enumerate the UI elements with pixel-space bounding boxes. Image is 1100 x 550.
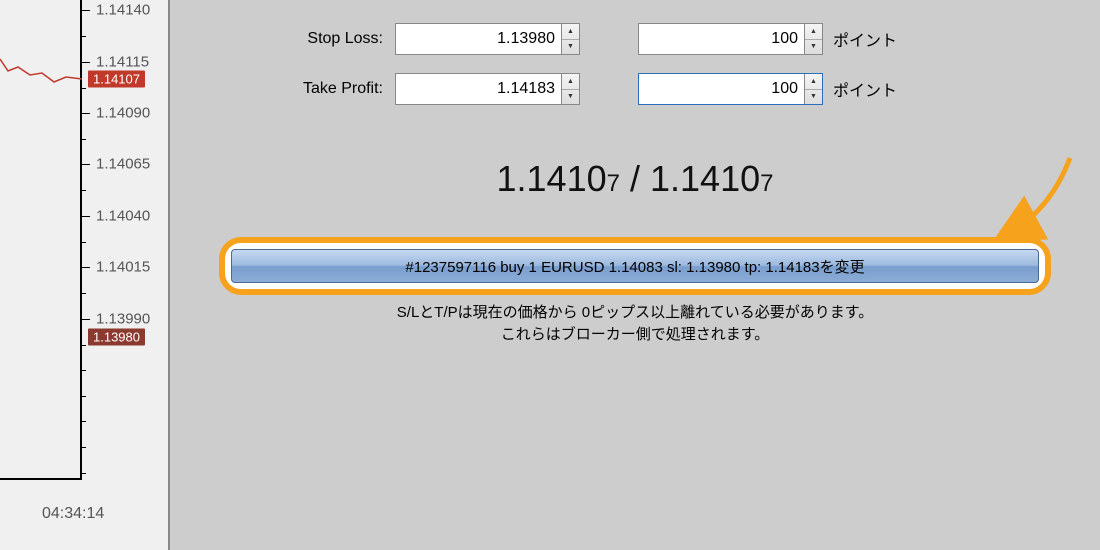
ask-sub: 7: [760, 170, 773, 197]
spin-up-icon[interactable]: ▲: [805, 74, 822, 90]
spin-down-icon[interactable]: ▼: [562, 90, 579, 105]
stop-levels-hint: S/LとT/Pは現在の価格から 0ピップス以上離れている必要があります。 これら…: [170, 302, 1100, 346]
chart-minor-tick: [82, 36, 86, 37]
modify-order-button[interactable]: #1237597116 buy 1 EURUSD 1.14083 sl: 1.1…: [231, 249, 1039, 283]
take-profit-label: Take Profit:: [265, 80, 395, 98]
stop-loss-points-spinner[interactable]: ▲ ▼: [638, 23, 823, 55]
take-profit-points-spinner[interactable]: ▲ ▼: [638, 73, 823, 105]
chart-tick-label: 1.14015: [96, 259, 150, 276]
chart-tick-label: 1.13990: [96, 311, 150, 328]
hint-line-1: S/LとT/Pは現在の価格から 0ピップス以上離れている必要があります。: [170, 302, 1100, 324]
chart-tick: [82, 113, 90, 114]
points-unit: ポイント: [833, 27, 897, 51]
chart-minor-tick: [82, 370, 86, 371]
stop-loss-price-input[interactable]: [396, 24, 561, 54]
price-chart-panel: 1.14140 1.14115 1.14090 1.14065 1.14040 1.140…: [0, 0, 170, 550]
chart-minor-tick: [82, 345, 86, 346]
chart-tick-label: 1.14140: [96, 2, 150, 19]
bid-main: 1.1410: [497, 158, 607, 199]
chart-tick: [82, 319, 90, 320]
take-profit-points-input[interactable]: [639, 74, 804, 104]
hint-line-2: これらはブローカー側で処理されます。: [170, 324, 1100, 346]
chart-tick-label: 1.14115: [96, 54, 149, 71]
modify-button-highlight: #1237597116 buy 1 EURUSD 1.14083 sl: 1.1…: [219, 237, 1051, 295]
points-unit: ポイント: [833, 77, 897, 101]
chart-tick-label: 1.14040: [96, 208, 150, 225]
chart-minor-tick: [82, 88, 86, 89]
spin-down-icon[interactable]: ▼: [805, 40, 822, 55]
chart-tick: [82, 216, 90, 217]
take-profit-price-arrows[interactable]: ▲ ▼: [561, 74, 579, 104]
chart-minor-tick: [82, 293, 86, 294]
stop-loss-row: Stop Loss: ▲ ▼ ▲ ▼ ポイント: [265, 22, 897, 56]
chart-tick: [82, 267, 90, 268]
stop-loss-price-arrows[interactable]: ▲ ▼: [561, 24, 579, 54]
stop-loss-points-input[interactable]: [639, 24, 804, 54]
spin-up-icon[interactable]: ▲: [805, 24, 822, 40]
chart-minor-tick: [82, 396, 86, 397]
chart-minor-tick: [82, 242, 86, 243]
chart-tick: [82, 10, 90, 11]
chart-tick: [82, 164, 90, 165]
take-profit-points-arrows[interactable]: ▲ ▼: [804, 74, 822, 104]
chart-price-line: [0, 0, 82, 550]
chart-minor-tick: [82, 421, 86, 422]
stop-loss-price-spinner[interactable]: ▲ ▼: [395, 23, 580, 55]
stop-loss-points-arrows[interactable]: ▲ ▼: [804, 24, 822, 54]
ask-main: 1.1410: [650, 158, 760, 199]
take-profit-price-input[interactable]: [396, 74, 561, 104]
chart-time-label: 04:34:14: [42, 505, 104, 523]
spin-down-icon[interactable]: ▼: [805, 90, 822, 105]
take-profit-price-spinner[interactable]: ▲ ▼: [395, 73, 580, 105]
quote-separator: /: [620, 158, 650, 199]
chart-minor-tick: [82, 473, 86, 474]
chart-minor-tick: [82, 190, 86, 191]
chart-price-badge: 1.14107: [88, 71, 145, 88]
chart-minor-tick: [82, 139, 86, 140]
spin-up-icon[interactable]: ▲: [562, 74, 579, 90]
take-profit-row: Take Profit: ▲ ▼ ▲ ▼ ポイント: [265, 72, 897, 106]
chart-price-badge: 1.13980: [88, 329, 145, 346]
chart-tick-label: 1.14065: [96, 156, 150, 173]
spin-down-icon[interactable]: ▼: [562, 40, 579, 55]
chart-tick-label: 1.14090: [96, 105, 150, 122]
chart-minor-tick: [82, 447, 86, 448]
price-quote: 1.14107 / 1.14107: [170, 158, 1100, 200]
stop-loss-label: Stop Loss:: [265, 30, 395, 48]
bid-sub: 7: [607, 170, 620, 197]
spin-up-icon[interactable]: ▲: [562, 24, 579, 40]
order-modify-panel: Stop Loss: ▲ ▼ ▲ ▼ ポイント Take Profit: ▲ ▼: [170, 0, 1100, 550]
chart-tick: [82, 62, 90, 63]
